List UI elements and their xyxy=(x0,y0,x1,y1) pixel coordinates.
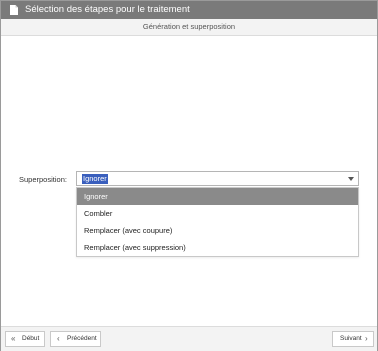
superposition-selected-value: Ignorer xyxy=(82,174,108,184)
superposition-select[interactable]: Ignorer xyxy=(76,171,359,186)
option-combler[interactable]: Combler xyxy=(77,205,358,222)
double-chevron-left-icon: « xyxy=(11,334,16,343)
precedent-button-label: Précédent xyxy=(67,335,97,342)
suivant-button-label: Suivant xyxy=(340,335,362,342)
footer-bar: « Début ‹ Précédent Suivant › xyxy=(1,326,377,351)
superposition-label: Superposition: xyxy=(19,175,67,184)
chevron-left-icon: ‹ xyxy=(57,334,60,343)
chevron-right-icon: › xyxy=(365,334,368,343)
precedent-button[interactable]: ‹ Précédent xyxy=(50,331,101,347)
window-title: Sélection des étapes pour le traitement xyxy=(25,4,190,15)
section-header: Génération et superposition xyxy=(1,19,377,36)
option-remplacer-suppression[interactable]: Remplacer (avec suppression) xyxy=(77,239,358,256)
title-bar: Sélection des étapes pour le traitement xyxy=(1,1,377,19)
debut-button-label: Début xyxy=(22,335,40,342)
suivant-button[interactable]: Suivant › xyxy=(332,331,374,347)
superposition-dropdown-list: Ignorer Combler Remplacer (avec coupure)… xyxy=(76,187,359,257)
dropdown-arrow-icon[interactable] xyxy=(348,177,354,181)
dialog-window: Sélection des étapes pour le traitement … xyxy=(0,0,378,351)
debut-button[interactable]: « Début xyxy=(5,331,45,347)
document-icon xyxy=(10,5,18,15)
option-remplacer-coupure[interactable]: Remplacer (avec coupure) xyxy=(77,222,358,239)
option-ignorer[interactable]: Ignorer xyxy=(77,188,358,205)
